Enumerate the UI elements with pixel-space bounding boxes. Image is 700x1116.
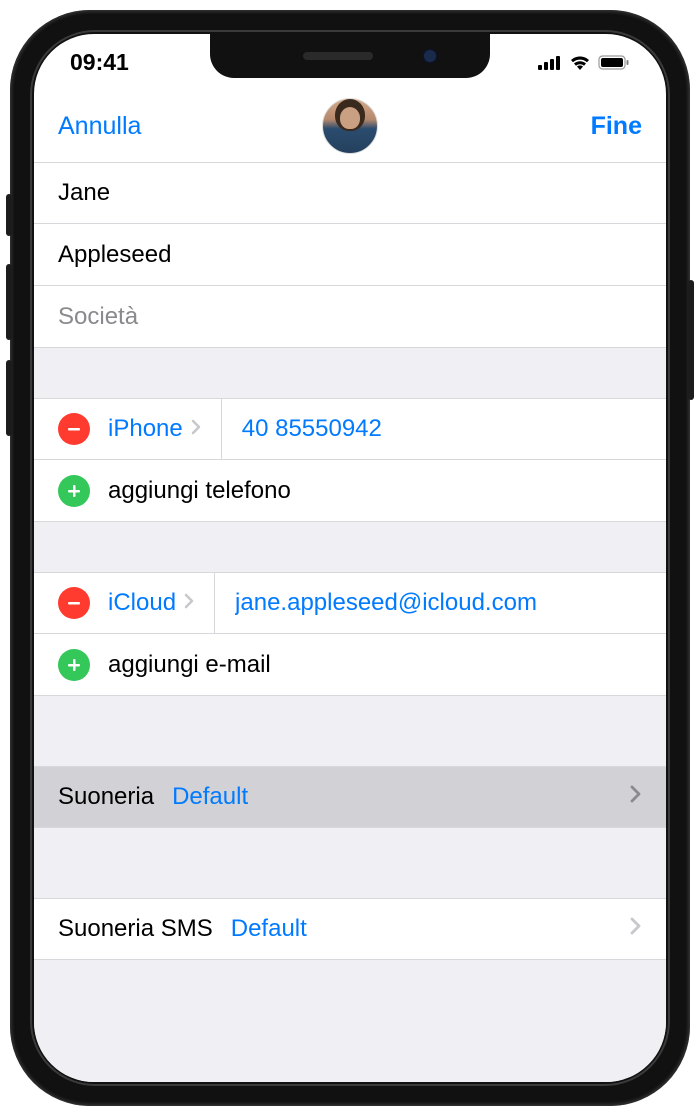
ringtone-section: Suoneria Default bbox=[34, 766, 666, 828]
last-name-row[interactable] bbox=[34, 224, 666, 286]
text-tone-section: Suoneria SMS Default bbox=[34, 898, 666, 960]
chevron-right-icon bbox=[184, 592, 194, 615]
email-row[interactable]: iCloud jane.appleseed@icloud.com bbox=[34, 572, 666, 634]
section-gap bbox=[34, 828, 666, 898]
section-gap bbox=[34, 522, 666, 572]
email-type-picker[interactable]: iCloud bbox=[108, 589, 194, 617]
device-frame: 09:41 Annulla Fine bbox=[10, 10, 690, 1106]
divider bbox=[214, 573, 215, 633]
add-email-button[interactable] bbox=[58, 649, 90, 681]
screen: 09:41 Annulla Fine bbox=[34, 34, 666, 1082]
ringtone-value: Default bbox=[172, 783, 630, 811]
email-address-field[interactable]: jane.appleseed@icloud.com bbox=[235, 589, 642, 617]
silent-switch bbox=[6, 194, 12, 236]
phone-section: iPhone 40 85550942 aggiungi telefono bbox=[34, 398, 666, 522]
company-row[interactable] bbox=[34, 286, 666, 348]
wifi-icon bbox=[569, 49, 591, 76]
volume-up-button bbox=[6, 264, 12, 340]
first-name-row[interactable] bbox=[34, 162, 666, 224]
chevron-right-icon bbox=[191, 418, 201, 441]
remove-phone-button[interactable] bbox=[58, 413, 90, 445]
phone-row[interactable]: iPhone 40 85550942 bbox=[34, 398, 666, 460]
content: iPhone 40 85550942 aggiungi telefono bbox=[34, 162, 666, 1082]
text-tone-label: Suoneria SMS bbox=[58, 915, 213, 943]
add-email-label: aggiungi e-mail bbox=[108, 651, 271, 679]
chevron-right-icon bbox=[630, 915, 642, 943]
contact-avatar[interactable] bbox=[322, 98, 378, 154]
name-section bbox=[34, 162, 666, 348]
ringtone-label: Suoneria bbox=[58, 783, 154, 811]
chevron-right-icon bbox=[630, 783, 642, 811]
ringtone-row[interactable]: Suoneria Default bbox=[34, 766, 666, 828]
phone-number-field[interactable]: 40 85550942 bbox=[242, 415, 642, 443]
remove-email-button[interactable] bbox=[58, 587, 90, 619]
add-phone-button[interactable] bbox=[58, 475, 90, 507]
volume-down-button bbox=[6, 360, 12, 436]
speaker bbox=[303, 52, 373, 60]
add-phone-row[interactable]: aggiungi telefono bbox=[34, 460, 666, 522]
first-name-input[interactable] bbox=[58, 179, 642, 207]
section-gap bbox=[34, 348, 666, 398]
cellular-icon bbox=[538, 49, 562, 76]
cancel-button[interactable]: Annulla bbox=[58, 112, 141, 141]
add-phone-label: aggiungi telefono bbox=[108, 477, 291, 505]
divider bbox=[221, 399, 222, 459]
notch bbox=[210, 34, 490, 78]
last-name-input[interactable] bbox=[58, 241, 642, 269]
company-input[interactable] bbox=[58, 303, 642, 331]
status-time: 09:41 bbox=[70, 49, 129, 76]
battery-icon bbox=[598, 49, 630, 76]
phone-type-picker[interactable]: iPhone bbox=[108, 415, 201, 443]
text-tone-row[interactable]: Suoneria SMS Default bbox=[34, 898, 666, 960]
section-gap bbox=[34, 696, 666, 766]
phone-type-label: iPhone bbox=[108, 415, 183, 443]
power-button bbox=[688, 280, 694, 400]
email-type-label: iCloud bbox=[108, 589, 176, 617]
done-button[interactable]: Fine bbox=[591, 112, 642, 141]
nav-bar: Annulla Fine bbox=[34, 90, 666, 162]
text-tone-value: Default bbox=[231, 915, 630, 943]
email-section: iCloud jane.appleseed@icloud.com aggiung… bbox=[34, 572, 666, 696]
front-camera bbox=[423, 49, 437, 63]
add-email-row[interactable]: aggiungi e-mail bbox=[34, 634, 666, 696]
